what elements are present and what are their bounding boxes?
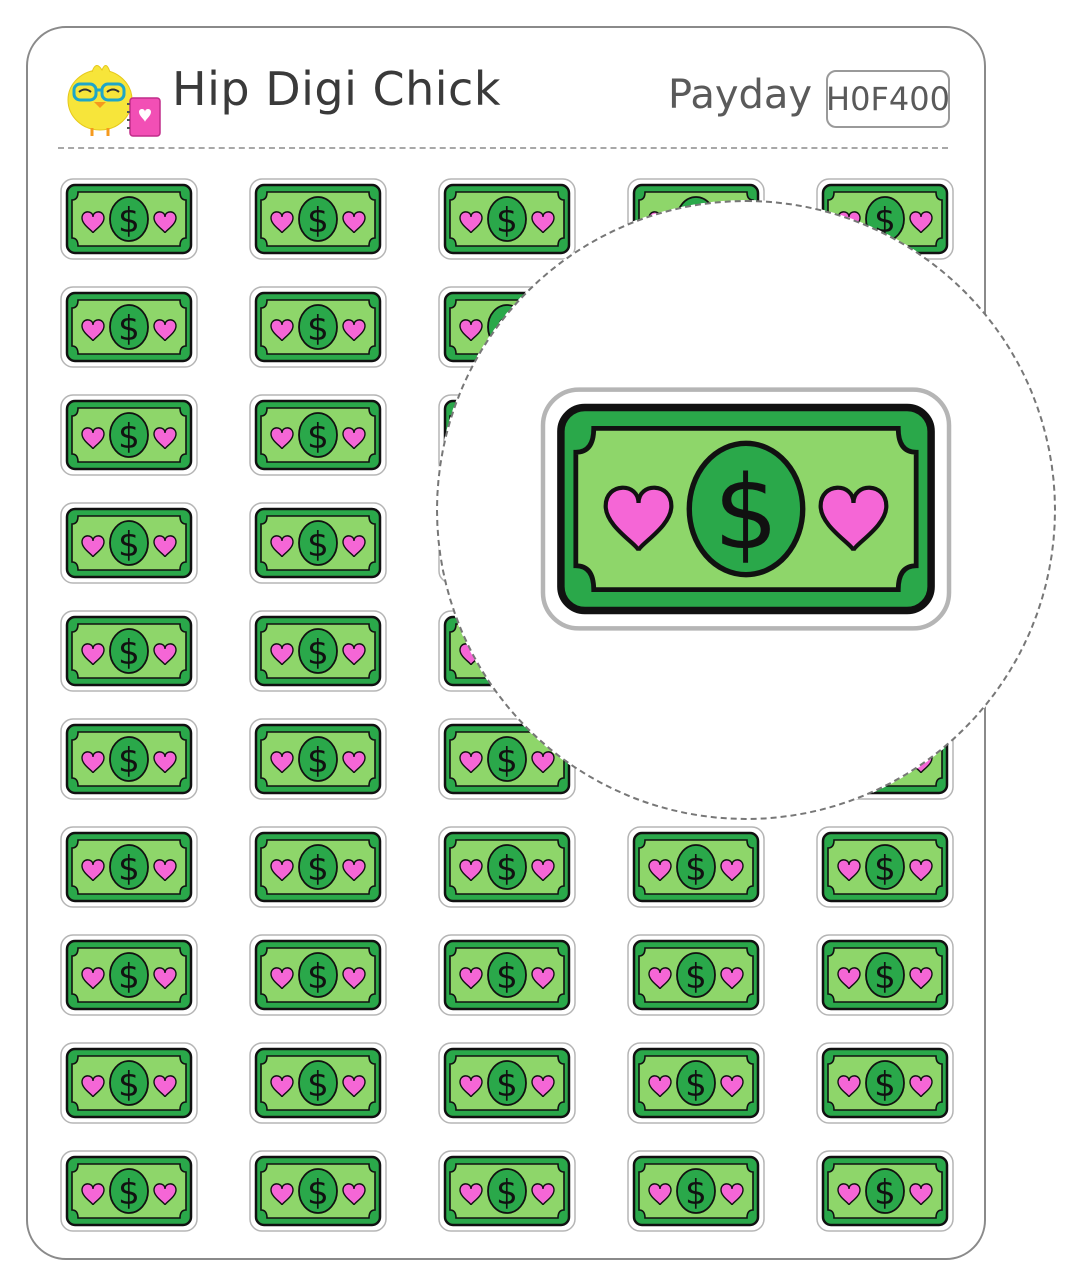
svg-text:$: $	[685, 1065, 707, 1105]
dollar-bill-sticker-icon: $	[60, 178, 198, 260]
svg-text:$: $	[118, 525, 140, 565]
dollar-bill-sticker-icon: $	[249, 286, 387, 368]
svg-text:$: $	[118, 633, 140, 673]
svg-text:$: $	[496, 849, 518, 889]
dollar-bill-sticker-icon: $	[249, 178, 387, 260]
svg-text:$: $	[307, 633, 329, 673]
svg-text:$: $	[307, 417, 329, 457]
dollar-bill-sticker-icon: $	[60, 826, 198, 908]
svg-text:$: $	[496, 741, 518, 781]
svg-text:$: $	[307, 741, 329, 781]
svg-text:$: $	[307, 525, 329, 565]
svg-text:$: $	[714, 454, 779, 572]
svg-text:$: $	[118, 201, 140, 241]
dollar-bill-sticker-icon: $	[249, 934, 387, 1016]
svg-text:$: $	[118, 741, 140, 781]
dollar-bill-sticker-icon: $	[249, 718, 387, 800]
dollar-bill-sticker-icon: $	[627, 1042, 765, 1124]
svg-text:$: $	[307, 201, 329, 241]
dollar-bill-sticker-icon: $	[438, 178, 576, 260]
dollar-bill-sticker-icon: $	[627, 1150, 765, 1232]
dollar-bill-sticker-icon: $	[60, 286, 198, 368]
svg-text:$: $	[496, 1065, 518, 1105]
dollar-bill-sticker-icon: $	[249, 502, 387, 584]
svg-text:$: $	[118, 417, 140, 457]
svg-text:$: $	[874, 1065, 896, 1105]
svg-text:$: $	[496, 957, 518, 997]
dollar-bill-sticker-icon: $	[627, 934, 765, 1016]
dollar-bill-sticker-icon: $	[816, 1042, 954, 1124]
svg-text:$: $	[118, 957, 140, 997]
svg-text:$: $	[307, 957, 329, 997]
dollar-bill-sticker-icon: $	[60, 1150, 198, 1232]
dollar-bill-sticker-icon: $	[438, 826, 576, 908]
svg-text:$: $	[496, 1173, 518, 1213]
svg-text:$: $	[307, 1173, 329, 1213]
dollar-bill-sticker-icon: $	[60, 934, 198, 1016]
dollar-bill-sticker-icon: $	[816, 934, 954, 1016]
svg-text:$: $	[307, 849, 329, 889]
svg-text:$: $	[118, 1173, 140, 1213]
dollar-bill-sticker-icon: $	[816, 826, 954, 908]
svg-text:$: $	[118, 849, 140, 889]
dollar-bill-sticker-icon: $	[249, 1042, 387, 1124]
svg-text:$: $	[685, 1173, 707, 1213]
svg-text:$: $	[118, 309, 140, 349]
dollar-bill-sticker-icon: $	[438, 1042, 576, 1124]
svg-text:$: $	[874, 957, 896, 997]
dollar-bill-sticker-icon: $	[60, 394, 198, 476]
svg-text:$: $	[496, 201, 518, 241]
svg-text:$: $	[118, 1065, 140, 1105]
svg-text:$: $	[685, 957, 707, 997]
dollar-bill-sticker-icon: $	[816, 1150, 954, 1232]
svg-text:$: $	[874, 849, 896, 889]
dollar-bill-sticker-icon: $	[249, 610, 387, 692]
dollar-bill-sticker-icon: $	[249, 826, 387, 908]
svg-text:$: $	[874, 1173, 896, 1213]
dollar-bill-sticker-icon: $	[627, 826, 765, 908]
dollar-bill-sticker-icon: $	[438, 1150, 576, 1232]
magnified-dollar-bill-icon: $	[540, 386, 952, 632]
dollar-bill-sticker-icon: $	[249, 1150, 387, 1232]
svg-text:$: $	[307, 309, 329, 349]
dollar-bill-sticker-icon: $	[60, 610, 198, 692]
dollar-bill-sticker-icon: $	[60, 1042, 198, 1124]
svg-text:$: $	[307, 1065, 329, 1105]
dollar-bill-sticker-icon: $	[249, 394, 387, 476]
dollar-bill-sticker-icon: $	[60, 502, 198, 584]
dollar-bill-sticker-icon: $	[60, 718, 198, 800]
svg-text:$: $	[685, 849, 707, 889]
dollar-bill-sticker-icon: $	[438, 934, 576, 1016]
